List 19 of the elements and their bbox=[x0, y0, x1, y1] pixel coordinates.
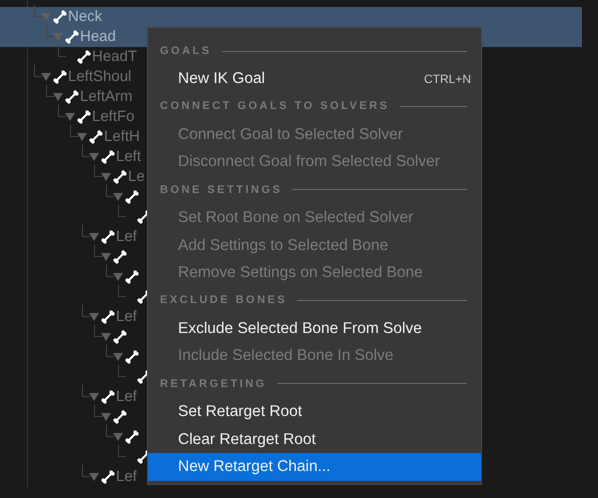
bone-name: Lef bbox=[116, 226, 137, 247]
bone-name: Neck bbox=[68, 6, 102, 27]
bone-name: Lef bbox=[116, 306, 137, 327]
bone-name: LeftShoul bbox=[68, 66, 132, 87]
bone-name: LeftFo bbox=[92, 106, 135, 127]
bone-name: Left bbox=[116, 146, 142, 167]
section-heading: RETARGETING bbox=[160, 376, 267, 392]
bone-name: Le bbox=[128, 166, 145, 187]
section-heading: GOALS bbox=[160, 44, 212, 59]
shortcut-label: CTRL+N bbox=[424, 70, 471, 88]
bone-name: LeftH bbox=[104, 126, 140, 147]
bone-name: Lef bbox=[116, 466, 137, 487]
section-heading: BONE SETTINGS bbox=[160, 182, 282, 198]
bone-name: Head bbox=[80, 26, 116, 47]
bone-name: LeftArm bbox=[80, 86, 133, 107]
section-heading: EXCLUDE BONES bbox=[160, 293, 288, 308]
bone-name: HeadT bbox=[92, 46, 138, 67]
bone-name: Lef bbox=[116, 386, 137, 407]
section-heading: CONNECT GOALS TO SOLVERS bbox=[160, 99, 390, 114]
